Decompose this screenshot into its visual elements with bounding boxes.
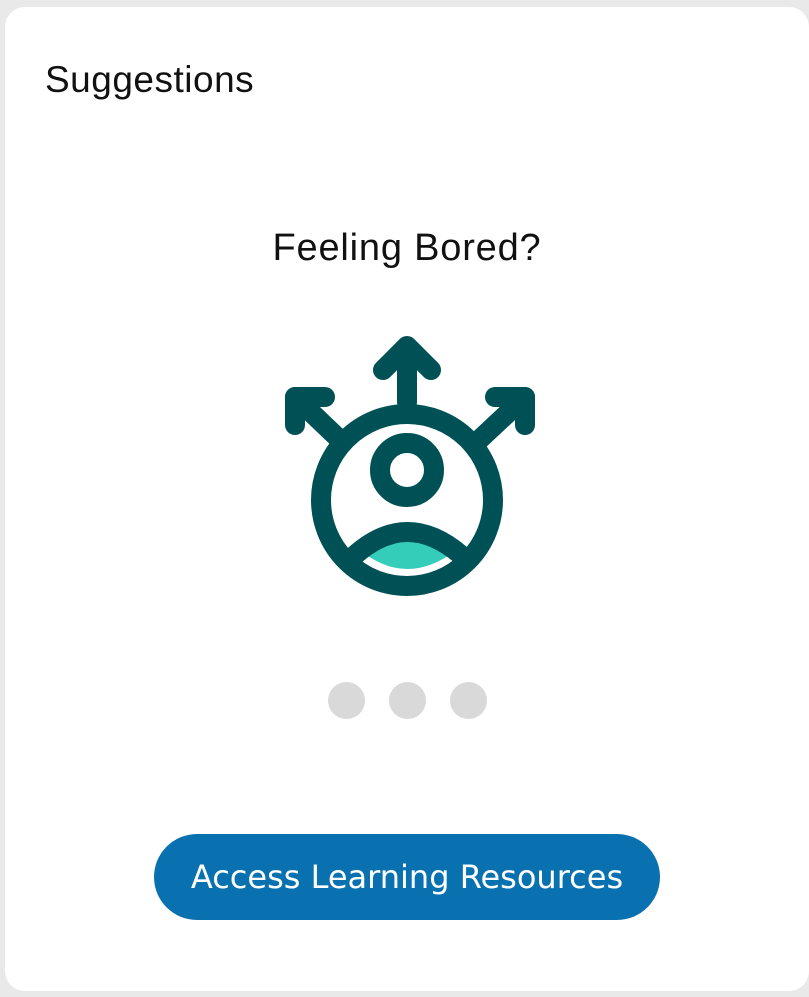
suggestion-heading: Feeling Bored? bbox=[272, 227, 542, 269]
pager-dot-1[interactable] bbox=[327, 682, 365, 719]
card-title: Suggestions bbox=[45, 59, 255, 100]
pager-dot-3[interactable] bbox=[449, 682, 487, 719]
carousel-pager bbox=[5, 682, 809, 719]
access-learning-resources-button[interactable]: Access Learning Resources bbox=[154, 834, 660, 920]
person-with-branching-arrows-icon bbox=[285, 336, 535, 596]
pager-dot-2[interactable] bbox=[388, 682, 426, 719]
suggestions-card: Suggestions Feeling Bored? Access Learni… bbox=[5, 7, 809, 991]
